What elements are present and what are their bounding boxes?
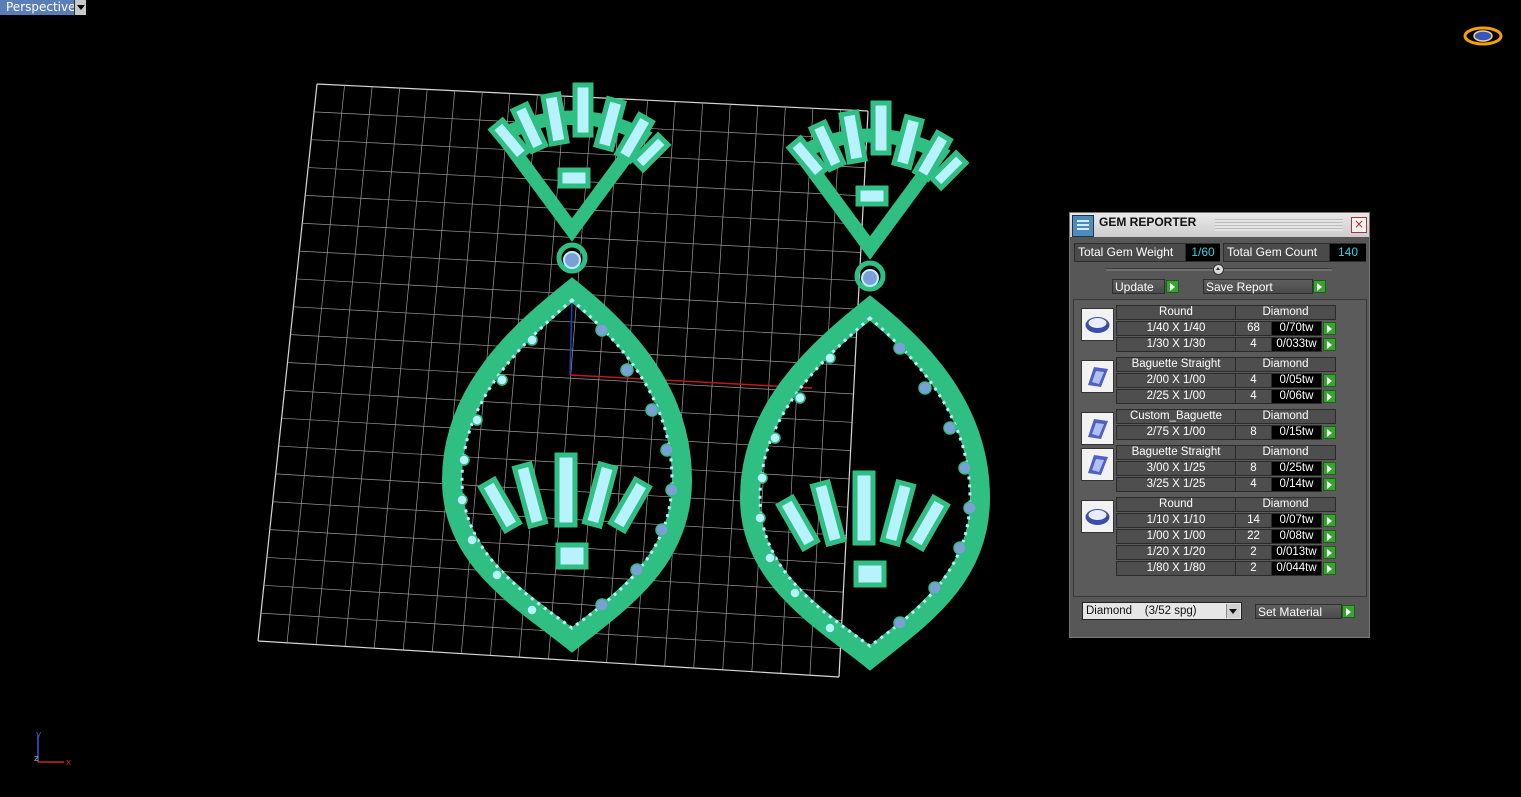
axis-y-label: y [36,730,42,740]
gem-count: 8 [1235,461,1272,476]
baguette-gem-icon [1081,412,1114,445]
gem-count: 2 [1235,561,1272,576]
select-gems-go-icon[interactable] [1323,390,1336,403]
select-gems-go-icon[interactable] [1323,546,1336,559]
viewport-title[interactable]: Perspective [0,0,82,15]
gem-material: Diamond [1235,445,1336,460]
gem-weight: 0/033tw [1271,337,1322,352]
drag-grip[interactable] [1215,219,1343,231]
gem-shape: Round [1116,305,1236,320]
select-gems-go-icon[interactable] [1323,562,1336,575]
gem-weight: 0/25tw [1271,461,1322,476]
gem-shape: Custom_Baguette [1116,409,1236,424]
gem-material: Diamond [1235,357,1336,372]
total-count-label: Total Gem Count [1227,245,1318,259]
gem-size: 1/30 X 1/30 [1116,337,1236,352]
save-report-go-icon[interactable] [1313,280,1326,293]
panel-title: GEM REPORTER [1099,215,1197,229]
select-gems-go-icon[interactable] [1323,462,1336,475]
gem-count: 4 [1235,477,1272,492]
select-gems-go-icon[interactable] [1323,530,1336,543]
gem-weight: 0/14tw [1271,477,1322,492]
gem-material: Diamond [1235,497,1336,512]
total-gem-count: Total Gem Count 140 [1223,243,1366,262]
total-gem-weight: Total Gem Weight 1/60 [1074,243,1220,262]
gem-count: 4 [1235,373,1272,388]
set-material-go-icon[interactable] [1342,605,1355,618]
select-gems-go-icon[interactable] [1323,426,1336,439]
gem-count: 4 [1235,389,1272,404]
orbit-ring-icon[interactable] [1463,25,1503,47]
axis-x-label: x [66,758,72,768]
gem-weight: 0/013tw [1271,545,1322,560]
chevron-down-icon[interactable] [1226,604,1240,618]
gem-material: Diamond [1235,305,1336,320]
gem-count: 8 [1235,425,1272,440]
close-icon[interactable]: × [1351,217,1367,233]
gem-size: 3/00 X 1/25 [1116,461,1236,476]
gem-shape: Round [1116,497,1236,512]
gem-size: 2/75 X 1/00 [1116,425,1236,440]
update-go-icon[interactable] [1166,280,1179,293]
gem-weight: 0/15tw [1271,425,1322,440]
gem-size: 1/00 X 1/00 [1116,529,1236,544]
total-count-value: 140 [1329,244,1366,261]
gem-material: Diamond [1235,409,1336,424]
gem-weight: 0/06tw [1271,389,1322,404]
select-gems-go-icon[interactable] [1323,338,1336,351]
axis-triad: y z x [34,730,72,768]
gem-weight: 0/044tw [1271,561,1322,576]
gem-reporter-panel: GEM REPORTER × Total Gem Weight 1/60 Tot… [1069,212,1370,638]
gem-count: 2 [1235,545,1272,560]
gem-shape: Baguette Straight [1116,357,1236,372]
gem-size: 2/25 X 1/00 [1116,389,1236,404]
baguette-gem-icon [1081,448,1114,481]
select-gems-go-icon[interactable] [1323,478,1336,491]
panel-titlebar[interactable]: GEM REPORTER × [1070,213,1369,237]
material-select[interactable]: Diamond (3/52 spg) [1082,602,1242,620]
gem-size: 1/10 X 1/10 [1116,513,1236,528]
gem-size: 3/25 X 1/25 [1116,477,1236,492]
total-weight-value: 1/60 [1185,244,1220,261]
earring-left[interactable] [452,85,682,640]
material-select-value: Diamond (3/52 spg) [1086,605,1197,617]
update-button[interactable]: Update [1112,279,1165,294]
collapse-icon[interactable] [1213,264,1224,275]
gem-count: 4 [1235,337,1272,352]
gem-count: 68 [1235,321,1272,336]
save-report-button[interactable]: Save Report [1203,279,1313,294]
select-gems-go-icon[interactable] [1323,374,1336,387]
report-icon [1072,215,1094,237]
total-weight-label: Total Gem Weight [1078,245,1174,259]
select-gems-go-icon[interactable] [1323,514,1336,527]
chevron-down-icon[interactable] [74,0,86,15]
gem-list[interactable]: Round Diamond 1/40 X 1/40 68 0/70tw 1/30 X 1/… [1073,299,1367,597]
gem-weight: 0/70tw [1271,321,1322,336]
gem-weight: 0/05tw [1271,373,1322,388]
earring-right[interactable] [750,103,980,658]
round-gem-icon [1081,308,1114,341]
gem-shape: Baguette Straight [1116,445,1236,460]
gem-weight: 0/08tw [1271,529,1322,544]
gem-count: 14 [1235,513,1272,528]
baguette-gem-icon [1081,360,1114,393]
round-gem-icon [1081,500,1114,533]
gem-size: 1/20 X 1/20 [1116,545,1236,560]
gem-size: 1/40 X 1/40 [1116,321,1236,336]
axis-x-line [569,374,813,389]
axis-z-label: z [34,754,39,764]
set-material-button[interactable]: Set Material [1255,604,1342,619]
gem-weight: 0/07tw [1271,513,1322,528]
gem-count: 22 [1235,529,1272,544]
gem-size: 1/80 X 1/80 [1116,561,1236,576]
gem-size: 2/00 X 1/00 [1116,373,1236,388]
select-gems-go-icon[interactable] [1323,322,1336,335]
